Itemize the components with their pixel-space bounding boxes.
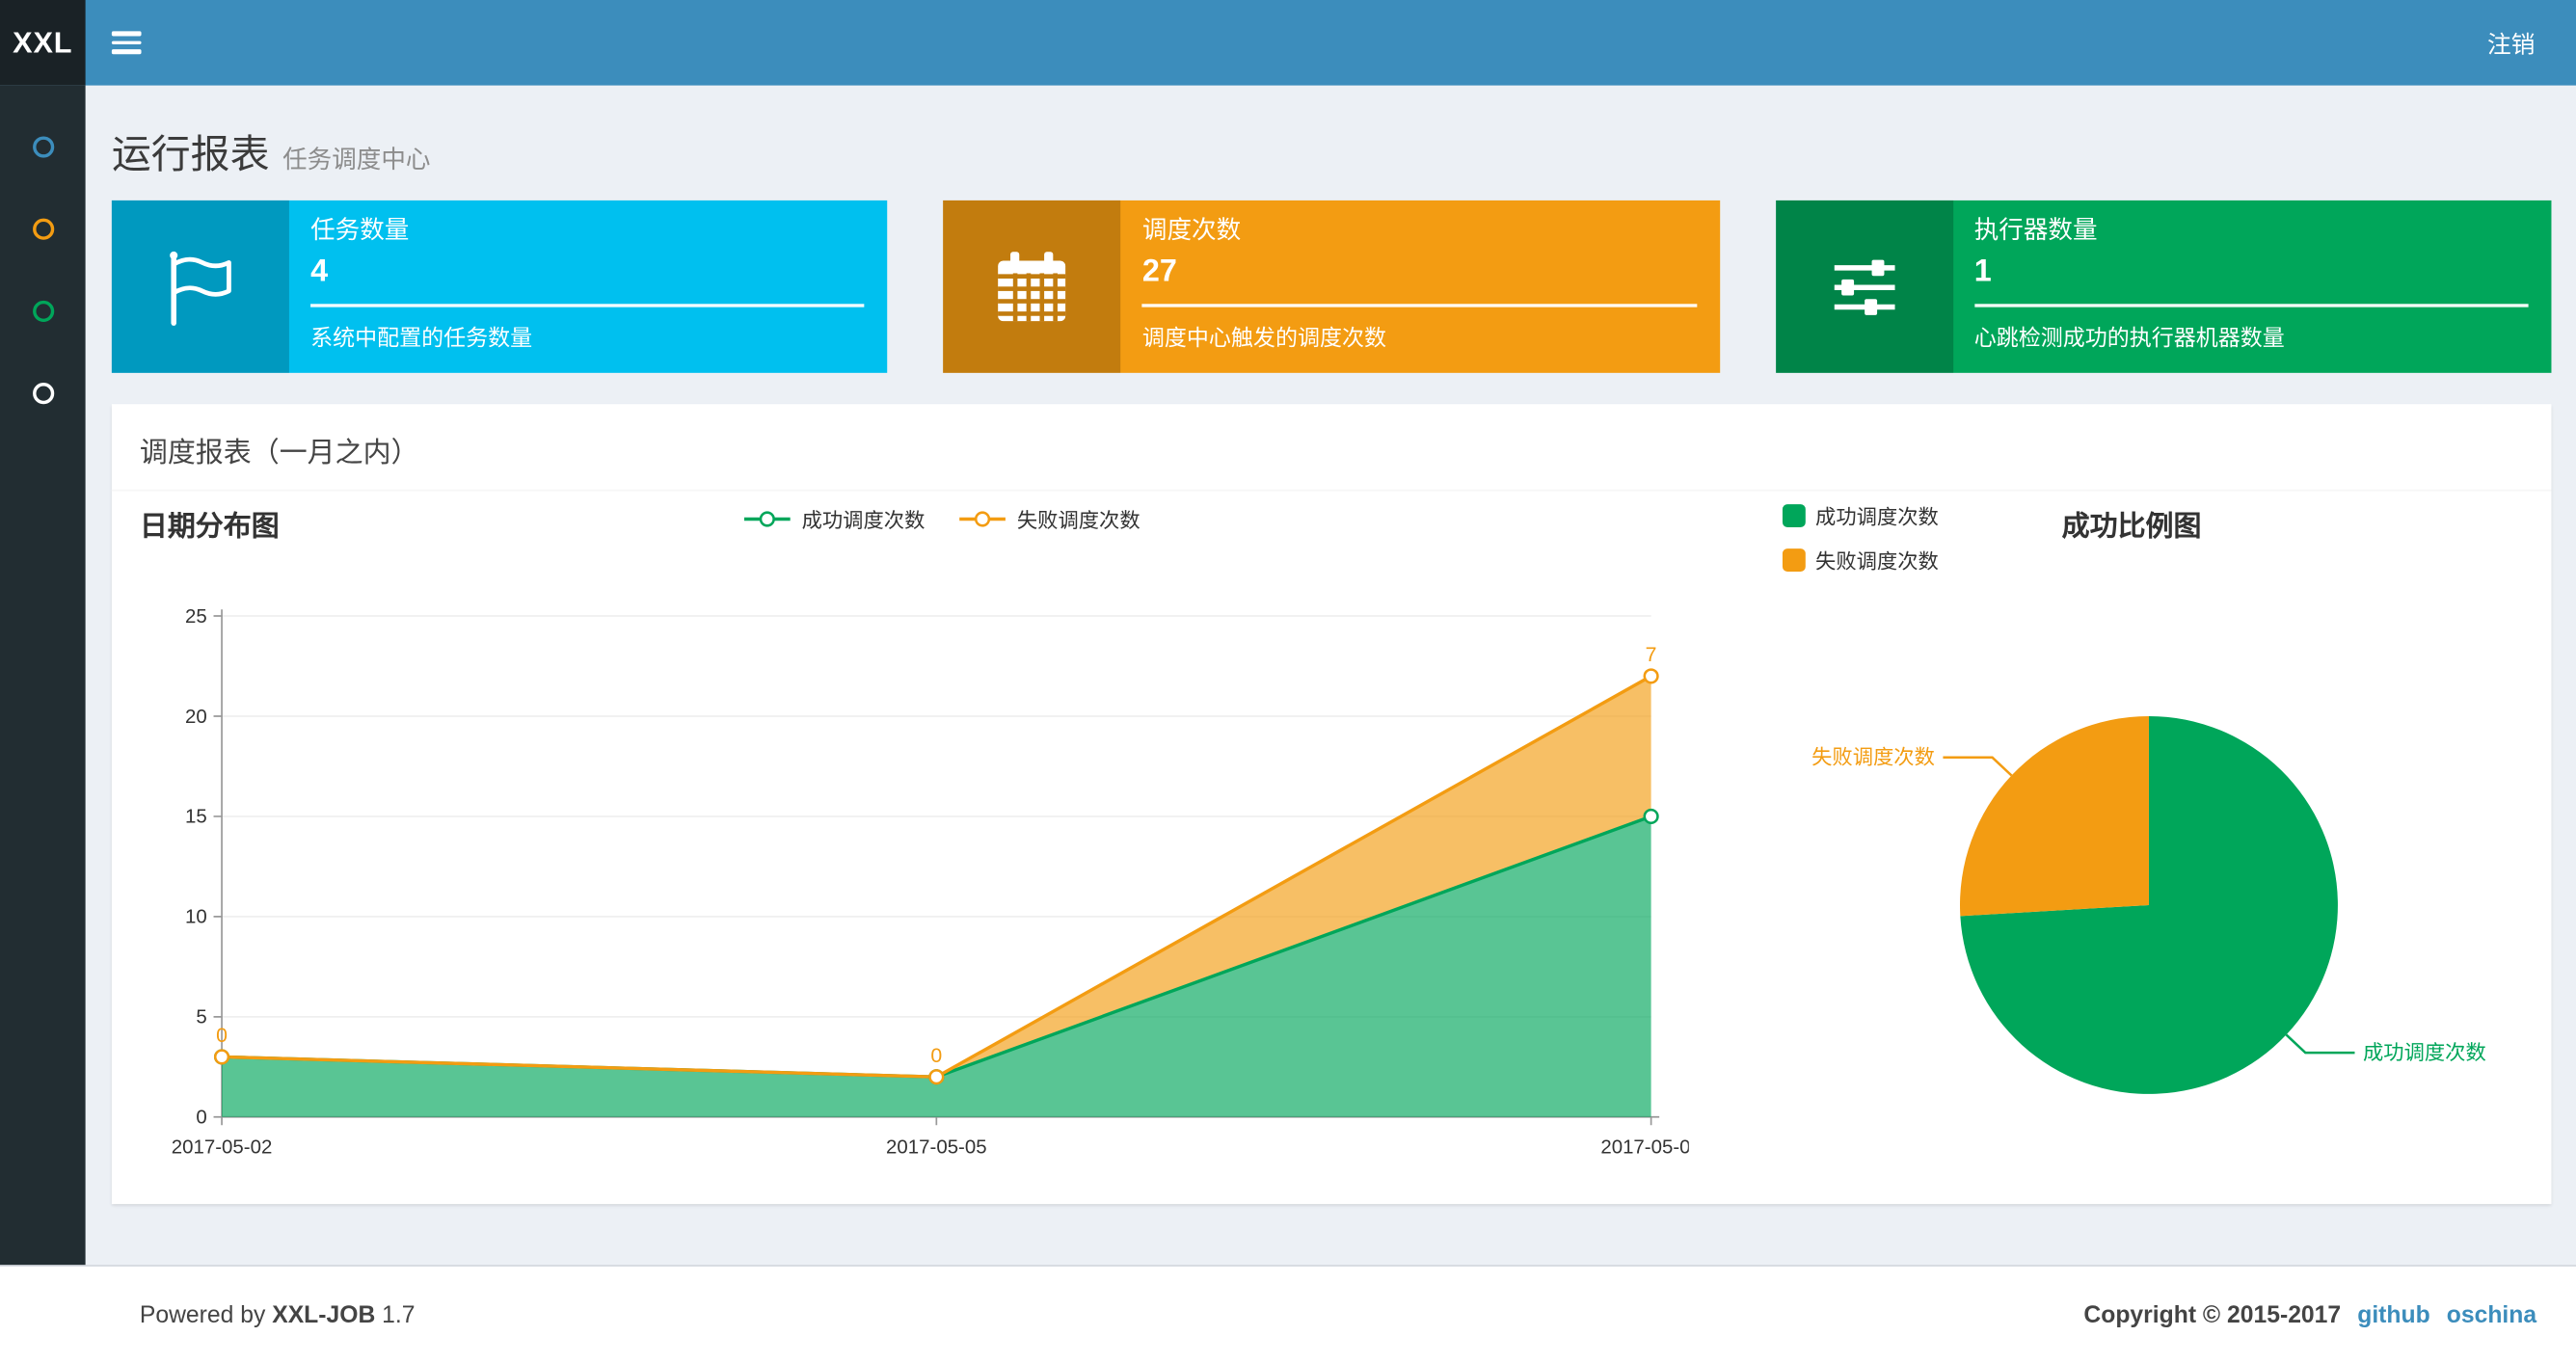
sidebar-nav: [0, 85, 86, 1266]
xxl-job-dashboard: XXL 注销 运行报表 任务调度中心 任务数量 4 系统中配置的任务数量 调度次…: [0, 0, 2576, 1363]
svg-text:成功调度次数: 成功调度次数: [2363, 1041, 2486, 1064]
flag-icon: [111, 200, 289, 373]
svg-text:0: 0: [216, 1024, 228, 1047]
info-box-value: 27: [1141, 254, 1177, 289]
info-box-description: 心跳检测成功的执行器机器数量: [1973, 325, 2285, 350]
info-box-title: 执行器数量: [1973, 216, 2098, 245]
circle-outline-icon: [32, 135, 54, 157]
sidebar-item-2[interactable]: [0, 269, 86, 351]
hamburger-icon: [111, 31, 142, 37]
sidebar-item-0[interactable]: [0, 105, 86, 187]
info-box-title: 调度次数: [1141, 216, 1242, 245]
pie-series-marker: [1782, 503, 1806, 527]
info-box-row: 任务数量 4 系统中配置的任务数量 调度次数 27 调度中心触发的调度次数 执行…: [111, 200, 2552, 373]
info-box-triggers: 调度次数 27 调度中心触发的调度次数: [943, 200, 1720, 373]
info-box-jobs: 任务数量 4 系统中配置的任务数量: [111, 200, 888, 373]
divider: [1973, 304, 2529, 307]
info-box-description: 系统中配置的任务数量: [310, 325, 533, 350]
line-series-marker: [959, 510, 1006, 526]
pie-series-marker: [1782, 548, 1806, 572]
svg-text:2017-05-05: 2017-05-05: [886, 1136, 987, 1158]
main-content: 运行报表 任务调度中心 任务数量 4 系统中配置的任务数量 调度次数 27 调度…: [85, 85, 2576, 1266]
report-panel: 调度报表（一月之内） 日期分布图 成功调度次数 失败调度次数 0 5 10 15 20 2…: [111, 404, 2552, 1205]
legend-item[interactable]: 成功调度次数: [1782, 499, 1939, 530]
line-chart-title: 日期分布图: [139, 510, 280, 543]
panel-title: 调度报表（一月之内）: [111, 404, 2552, 492]
svg-text:10: 10: [185, 906, 207, 928]
info-box-description: 调度中心触发的调度次数: [1141, 325, 1386, 350]
github-link[interactable]: github: [2357, 1301, 2429, 1327]
legend-item[interactable]: 失败调度次数: [957, 502, 1140, 533]
svg-text:失败调度次数: 失败调度次数: [1811, 746, 1935, 769]
line-series-marker: [743, 510, 791, 526]
info-box-title: 任务数量: [310, 216, 410, 245]
svg-text:0: 0: [930, 1044, 942, 1067]
divider: [1141, 304, 1697, 307]
circle-outline-icon: [32, 382, 54, 404]
pie-chart-legend: 成功调度次数 失败调度次数: [1782, 499, 1939, 575]
info-box-value: 1: [1973, 254, 1992, 289]
top-navbar: XXL 注销: [0, 0, 2576, 86]
svg-text:25: 25: [185, 605, 207, 628]
hamburger-icon: [111, 40, 142, 45]
product-version: 1.7: [382, 1301, 416, 1328]
page-subtitle: 任务调度中心: [282, 146, 431, 174]
page-title: 运行报表: [111, 133, 270, 178]
powered-by: Powered by XXL-JOB 1.7: [139, 1301, 416, 1328]
pie-chart: 成功调度次数 失败调度次数: [1811, 715, 2486, 1094]
page-header: 运行报表 任务调度中心: [86, 86, 2576, 179]
circle-outline-icon: [32, 217, 54, 239]
legend-item[interactable]: 成功调度次数: [742, 502, 925, 533]
product-name: XXL-JOB: [272, 1301, 376, 1328]
line-chart-legend: 成功调度次数 失败调度次数: [580, 502, 1303, 533]
circle-outline-icon: [32, 299, 54, 322]
logout-link[interactable]: 注销: [2446, 0, 2576, 86]
svg-text:2017-05-02: 2017-05-02: [172, 1136, 273, 1158]
sidebar-item-1[interactable]: [0, 187, 86, 269]
sidebar-item-3[interactable]: [0, 352, 86, 434]
divider: [310, 304, 865, 307]
sidebar-toggle-button[interactable]: [86, 0, 168, 86]
hamburger-icon: [111, 49, 142, 54]
info-box-value: 4: [310, 254, 329, 289]
svg-text:0: 0: [196, 1107, 206, 1129]
svg-text:15: 15: [185, 806, 207, 828]
calendar-icon: [943, 200, 1121, 373]
copyright: Copyright © 2015-2017: [2083, 1301, 2342, 1328]
svg-text:7: 7: [1646, 643, 1657, 666]
pie-chart-title: 成功比例图: [2061, 510, 2202, 543]
svg-text:20: 20: [185, 706, 207, 728]
line-chart: 05101520252017-05-022017-05-052017-05-08…: [172, 605, 1689, 1158]
sliders-icon: [1775, 200, 1953, 373]
app-logo[interactable]: XXL: [0, 0, 86, 86]
legend-item[interactable]: 失败调度次数: [1782, 544, 1939, 575]
svg-text:5: 5: [196, 1006, 206, 1029]
page-footer: Powered by XXL-JOB 1.7 Copyright © 2015-…: [0, 1265, 2576, 1363]
svg-text:2017-05-08: 2017-05-08: [1600, 1136, 1688, 1158]
oschina-link[interactable]: oschina: [2447, 1301, 2536, 1327]
info-box-executors: 执行器数量 1 心跳检测成功的执行器机器数量: [1775, 200, 2552, 373]
